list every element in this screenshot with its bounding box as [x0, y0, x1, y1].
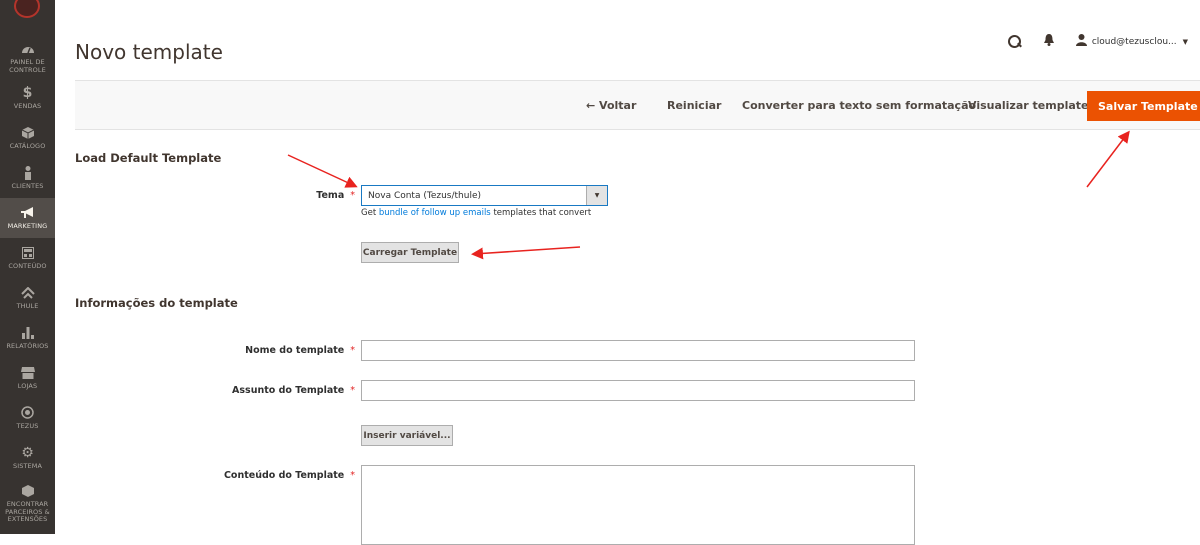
- sidebar-item-catalogo[interactable]: CATÁLOGO: [0, 118, 55, 158]
- page-actions-bar: ← Voltar Reiniciar Converter para texto …: [75, 80, 1200, 130]
- save-template-button[interactable]: Salvar Template: [1087, 91, 1200, 121]
- dollar-icon: $: [22, 84, 33, 101]
- sidebar-item-tezus[interactable]: TEZUS: [0, 398, 55, 438]
- sidebar-item-label: CATÁLOGO: [9, 141, 46, 150]
- template-name-input[interactable]: [361, 340, 915, 361]
- admin-sidebar: PAINEL DE CONTROLE $ VENDAS CATÁLOGO CLI…: [0, 0, 55, 534]
- back-button[interactable]: ← Voltar: [586, 81, 636, 129]
- box-icon: [21, 126, 35, 140]
- sidebar-item-label: CLIENTES: [11, 181, 44, 190]
- tema-label: Tema *: [316, 190, 355, 201]
- bundle-link[interactable]: bundle of follow up emails: [379, 208, 491, 218]
- sidebar-item-lojas[interactable]: LOJAS: [0, 358, 55, 398]
- page-title: Novo template: [75, 40, 223, 64]
- sidebar-item-clientes[interactable]: CLIENTES: [0, 158, 55, 198]
- bar-chart-icon: [21, 326, 35, 340]
- megaphone-icon: [20, 206, 35, 220]
- load-template-button[interactable]: Carregar Template: [361, 242, 459, 263]
- logo-icon[interactable]: [14, 0, 40, 18]
- search-icon[interactable]: [1007, 34, 1022, 49]
- sidebar-item-label: TEZUS: [16, 421, 39, 430]
- section-title-template-info: Informações do template: [75, 296, 238, 310]
- sidebar-item-label: THULE: [16, 301, 39, 310]
- arrow-to-tema: [287, 154, 358, 188]
- sidebar-item-label: SISTEMA: [12, 461, 42, 470]
- user-menu[interactable]: cloud@tezusclou... ▼: [1075, 34, 1188, 49]
- store-icon: [20, 366, 35, 380]
- person-icon: [21, 165, 35, 180]
- layout-icon: [21, 246, 35, 260]
- tema-note: Get bundle of follow up emails templates…: [361, 208, 592, 218]
- sidebar-item-conteudo[interactable]: CONTEÚDO: [0, 238, 55, 278]
- sidebar-item-label: MARKETING: [7, 221, 48, 230]
- dashboard-icon: [21, 42, 35, 56]
- template-subject-label: Assunto do Template *: [232, 385, 355, 396]
- cube-icon: [21, 484, 35, 498]
- sidebar-item-dashboard[interactable]: PAINEL DE CONTROLE: [0, 38, 55, 78]
- sidebar-item-label: ENCONTRAR PARCEIROS & EXTENSÕES: [5, 500, 50, 524]
- sidebar-item-label: CONTEÚDO: [8, 261, 47, 270]
- tema-select[interactable]: Nova Conta (Tezus/thule) ▼: [361, 185, 608, 206]
- user-icon: [1075, 34, 1087, 49]
- reset-button[interactable]: Reiniciar: [667, 81, 721, 129]
- template-subject-input[interactable]: [361, 380, 915, 401]
- sidebar-item-label: VENDAS: [13, 101, 42, 110]
- template-content-label: Conteúdo do Template *: [223, 470, 355, 481]
- convert-plain-text-button[interactable]: Converter para texto sem formatação: [742, 81, 976, 129]
- sidebar-item-thule[interactable]: THULE: [0, 278, 55, 318]
- sidebar-item-relatorios[interactable]: RELATÓRIOS: [0, 318, 55, 358]
- sidebar-item-label: RELATÓRIOS: [6, 341, 49, 350]
- tezus-icon: [21, 406, 35, 420]
- sidebar-item-parceiros[interactable]: ENCONTRAR PARCEIROS & EXTENSÕES: [0, 478, 55, 530]
- tema-selected-value: Nova Conta (Tezus/thule): [368, 190, 481, 201]
- chevron-down-icon: ▼: [1182, 37, 1188, 46]
- template-content-textarea[interactable]: [361, 465, 915, 545]
- sidebar-item-vendas[interactable]: $ VENDAS: [0, 78, 55, 118]
- preview-template-button[interactable]: Visualizar template: [968, 81, 1088, 129]
- sidebar-item-label: PAINEL DE CONTROLE: [9, 58, 46, 74]
- arrow-to-load-button: [471, 246, 581, 260]
- header-actions: cloud@tezusclou... ▼: [1007, 34, 1188, 49]
- template-name-label: Nome do template *: [245, 345, 355, 356]
- sidebar-item-label: LOJAS: [17, 381, 38, 390]
- bell-icon[interactable]: [1043, 34, 1054, 49]
- insert-variable-button[interactable]: Inserir variável...: [361, 425, 453, 446]
- arrow-to-save-button: [1086, 130, 1130, 188]
- user-name: cloud@tezusclou...: [1091, 36, 1177, 47]
- sidebar-item-sistema[interactable]: ⚙ SISTEMA: [0, 438, 55, 478]
- thule-icon: [20, 286, 35, 300]
- gear-icon: ⚙: [21, 444, 34, 461]
- chevron-down-icon: ▼: [586, 186, 607, 205]
- sidebar-item-marketing[interactable]: MARKETING: [0, 198, 55, 238]
- section-title-load-default: Load Default Template: [75, 151, 222, 165]
